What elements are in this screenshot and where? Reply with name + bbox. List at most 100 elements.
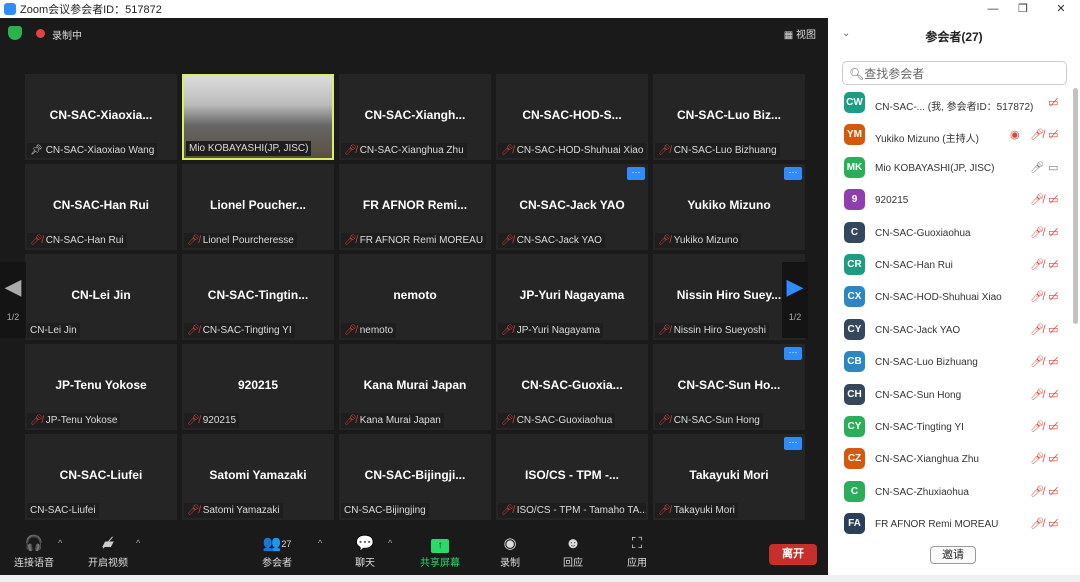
tile-more-button[interactable]: ··· [627,167,645,180]
video-tile[interactable]: CN-SAC-Xiaoxia... 📌︎ CN-SAC-Xiaoxiao Wang [25,74,177,160]
video-tile[interactable]: CN-SAC-Liufei CN-SAC-Liufei [25,434,177,520]
join-audio-button[interactable]: 🎧 连接语音 [14,534,54,569]
maximize-button[interactable]: ❐ [1008,0,1038,18]
participant-row[interactable]: MK Mio KOBAYASHI(JP, JISC) 🎤︎ ▭ [828,153,1072,185]
video-tile[interactable]: CN-SAC-Jack YAO 🎤︎̸ CN-SAC-Jack YAO ··· [496,164,648,250]
headphones-icon: 🎧 [24,535,44,552]
close-button[interactable]: ✕ [1046,0,1076,18]
tile-name-label: 🎤︎̸ 920215 [184,413,240,428]
minimize-button[interactable]: — [978,0,1008,18]
tile-name-label: 🎤︎̸ Kana Murai Japan [341,413,444,428]
mic-muted-icon: 🎤︎̸ [1030,259,1044,271]
video-tile[interactable]: Mio KOBAYASHI(JP, JISC) [182,74,334,160]
participant-name: CN-SAC-Tingting YI [202,325,292,336]
participant-row[interactable]: CR CN-SAC-Han Rui 🎤︎̸ ▭̸ [828,250,1072,282]
reactions-button[interactable]: ☻ 回应 [563,534,583,569]
security-shield-icon[interactable] [8,26,22,40]
video-tile[interactable]: CN-SAC-Han Rui 🎤︎̸ CN-SAC-Han Rui [25,164,177,250]
participant-row[interactable]: YM Yukiko Mizuno (主持人) ◉ 🎤︎̸ ▭̸ [828,120,1072,152]
chat-button[interactable]: 💬 聊天 [355,534,375,569]
tile-display-name: CN-SAC-HOD-S... [522,108,622,122]
start-video-button[interactable]: ▰̸ 开启视频 [88,534,128,569]
audio-options-caret[interactable]: ^ [58,538,62,548]
participant-name: Mio KOBAYASHI(JP, JISC) [189,143,309,154]
video-tile[interactable]: CN-Lei Jin CN-Lei Jin [25,254,177,340]
participant-row[interactable]: 9 920215 🎤︎̸ ▭̸ [828,185,1072,217]
tile-display-name: CN-SAC-Luo Biz... [677,108,781,122]
video-tile[interactable]: JP-Yuri Nagayama 🎤︎̸ JP-Yuri Nagayama [496,254,648,340]
participant-list-scrollbar[interactable] [1073,88,1078,324]
video-tile[interactable]: CN-SAC-Luo Biz... 🎤︎̸ CN-SAC-Luo Bizhuang [653,74,805,160]
chat-icon: 💬 [355,535,375,552]
prev-page-button[interactable]: ◀ 1/2 [0,262,26,338]
tile-display-name: FR AFNOR Remi... [362,198,468,212]
share-screen-button[interactable]: ↑ 共享屏幕 [420,534,460,569]
video-tile[interactable]: Satomi Yamazaki 🎤︎̸ Satomi Yamazaki [182,434,334,520]
participant-row[interactable]: FA FR AFNOR Remi MOREAU 🎤︎̸ ▭̸ [828,509,1072,541]
participants-panel: ⌄ 参会者(27) 🔍︎查找参会者 CW CN-SAC-... (我, 参会者I… [828,18,1080,575]
video-tile[interactable]: ISO/CS - TPM -... 🎤︎̸ ISO/CS - TPM - Tamah… [496,434,648,520]
avatar: YM [844,124,865,146]
reaction-icon: ☻ [565,535,581,552]
video-tile[interactable]: nemoto 🎤︎̸ nemoto [339,254,491,340]
video-off-icon: ▭̸ [1048,291,1059,304]
next-page-button[interactable]: ▶ 1/2 [782,262,808,338]
participant-row[interactable]: CW CN-SAC-... (我, 参会者ID：517872) ▭̸ [828,88,1072,120]
video-tile[interactable]: CN-SAC-Tingtin... 🎤︎̸ CN-SAC-Tingting YI [182,254,334,340]
participant-row[interactable]: CZ CN-SAC-Xianghua Zhu 🎤︎̸ ▭̸ [828,444,1072,476]
video-tile[interactable]: Takayuki Mori 🎤︎̸ Takayuki Mori ··· [653,434,805,520]
participant-row[interactable]: C CN-SAC-Zhuxiaohua 🎤︎̸ ▭̸ [828,477,1072,509]
video-options-caret[interactable]: ^ [136,538,140,548]
participant-row[interactable]: CY CN-SAC-Jack YAO 🎤︎̸ ▭̸ [828,315,1072,347]
participants-options-caret[interactable]: ^ [318,538,322,548]
video-tile[interactable]: CN-SAC-Bijingji... CN-SAC-Bijingjing [339,434,491,520]
participant-name: CN-SAC-Xianghua Zhu [875,454,979,466]
meeting-toolbar: 🎧 连接语音 ^ ▰̸ 开启视频 ^ 👥27 参会者 ^ 💬 聊天 ^ ↑ 共享屏幕 ◉ 录… [0,530,828,575]
participants-button[interactable]: 👥27 参会者 [262,534,292,569]
tile-display-name: Lionel Poucher... [209,198,307,212]
video-tile[interactable]: CN-SAC-HOD-S... 🎤︎̸ CN-SAC-HOD-Shuhuai Xia… [496,74,648,160]
mic-muted-icon: 🎤︎̸ [1030,388,1044,401]
video-tile[interactable]: Yukiko Mizuno 🎤︎̸ Yukiko Mizuno ··· [653,164,805,250]
video-tile[interactable]: FR AFNOR Remi... 🎤︎̸ FR AFNOR Remi MOREAU [339,164,491,250]
video-tile[interactable]: JP-Tenu Yokose 🎤︎̸ JP-Tenu Yokose [25,344,177,430]
participant-name: CN-SAC-Jack YAO [516,235,602,246]
taskbar-strip [0,575,1080,582]
mic-muted-icon: 🎤︎̸ [501,145,514,156]
apps-button[interactable]: ⛶ 应用 [627,534,647,569]
video-tile[interactable]: CN-SAC-Sun Ho... 🎤︎̸ CN-SAC-Sun Hong ··· [653,344,805,430]
mic-muted-icon: 🎤︎̸ [501,415,514,426]
tile-name-label: 🎤︎̸ Satomi Yamazaki [184,503,283,518]
video-tile[interactable]: Kana Murai Japan 🎤︎̸ Kana Murai Japan [339,344,491,430]
mic-muted-icon: 🎤︎̸ [1030,226,1044,239]
tile-more-button[interactable]: ··· [784,347,802,360]
mic-muted-icon: 🎤︎̸ [187,235,200,246]
video-tile[interactable]: Lionel Poucher... 🎤︎̸ Lionel Pourcheresse [182,164,334,250]
participant-name: Yukiko Mizuno (主持人) [875,134,979,146]
tile-more-button[interactable]: ··· [784,437,802,450]
video-tile[interactable]: CN-SAC-Guoxia... 🎤︎̸ CN-SAC-Guoxiaohua [496,344,648,430]
participant-row[interactable]: CY CN-SAC-Tingting YI 🎤︎̸ ▭̸ [828,412,1072,444]
mic-muted-icon: 🎤︎̸ [1030,453,1044,466]
video-off-icon: ▭̸ [1048,421,1059,433]
invite-button[interactable]: 邀请 [930,546,976,564]
leave-button[interactable]: 离开 [769,544,817,565]
tile-display-name: CN-SAC-Xiangh... [364,108,466,122]
tile-display-name: CN-SAC-Xiaoxia... [49,108,153,122]
record-button[interactable]: ◉ 录制 [500,534,520,569]
participant-name: CN-SAC-Xiaoxiao Wang [45,145,155,156]
participant-row[interactable]: CH CN-SAC-Sun Hong 🎤︎̸ ▭̸ [828,380,1072,412]
chat-options-caret[interactable]: ^ [388,538,392,548]
video-tile[interactable]: 920215 🎤︎̸ 920215 [182,344,334,430]
participant-row[interactable]: CB CN-SAC-Luo Bizhuang 🎤︎̸ ▭̸ [828,347,1072,379]
tile-more-button[interactable]: ··· [784,167,802,180]
view-button[interactable]: ▦ 视图 [784,26,816,41]
participant-row[interactable]: C CN-SAC-Guoxiaohua 🎤︎̸ ▭̸ [828,218,1072,250]
video-tile[interactable]: CN-SAC-Xiangh... 🎤︎̸ CN-SAC-Xianghua Zhu [339,74,491,160]
share-screen-label: 共享屏幕 [420,558,460,569]
participant-row[interactable]: CX CN-SAC-HOD-Shuhuai Xiao 🎤︎̸ ▭̸ [828,282,1072,314]
avatar: CY [844,318,865,340]
participant-search-input[interactable]: 🔍︎查找参会者 [842,61,1067,85]
participant-name: CN-SAC-Sun Hong [673,415,760,426]
tile-display-name: CN-SAC-Han Rui [53,198,149,212]
